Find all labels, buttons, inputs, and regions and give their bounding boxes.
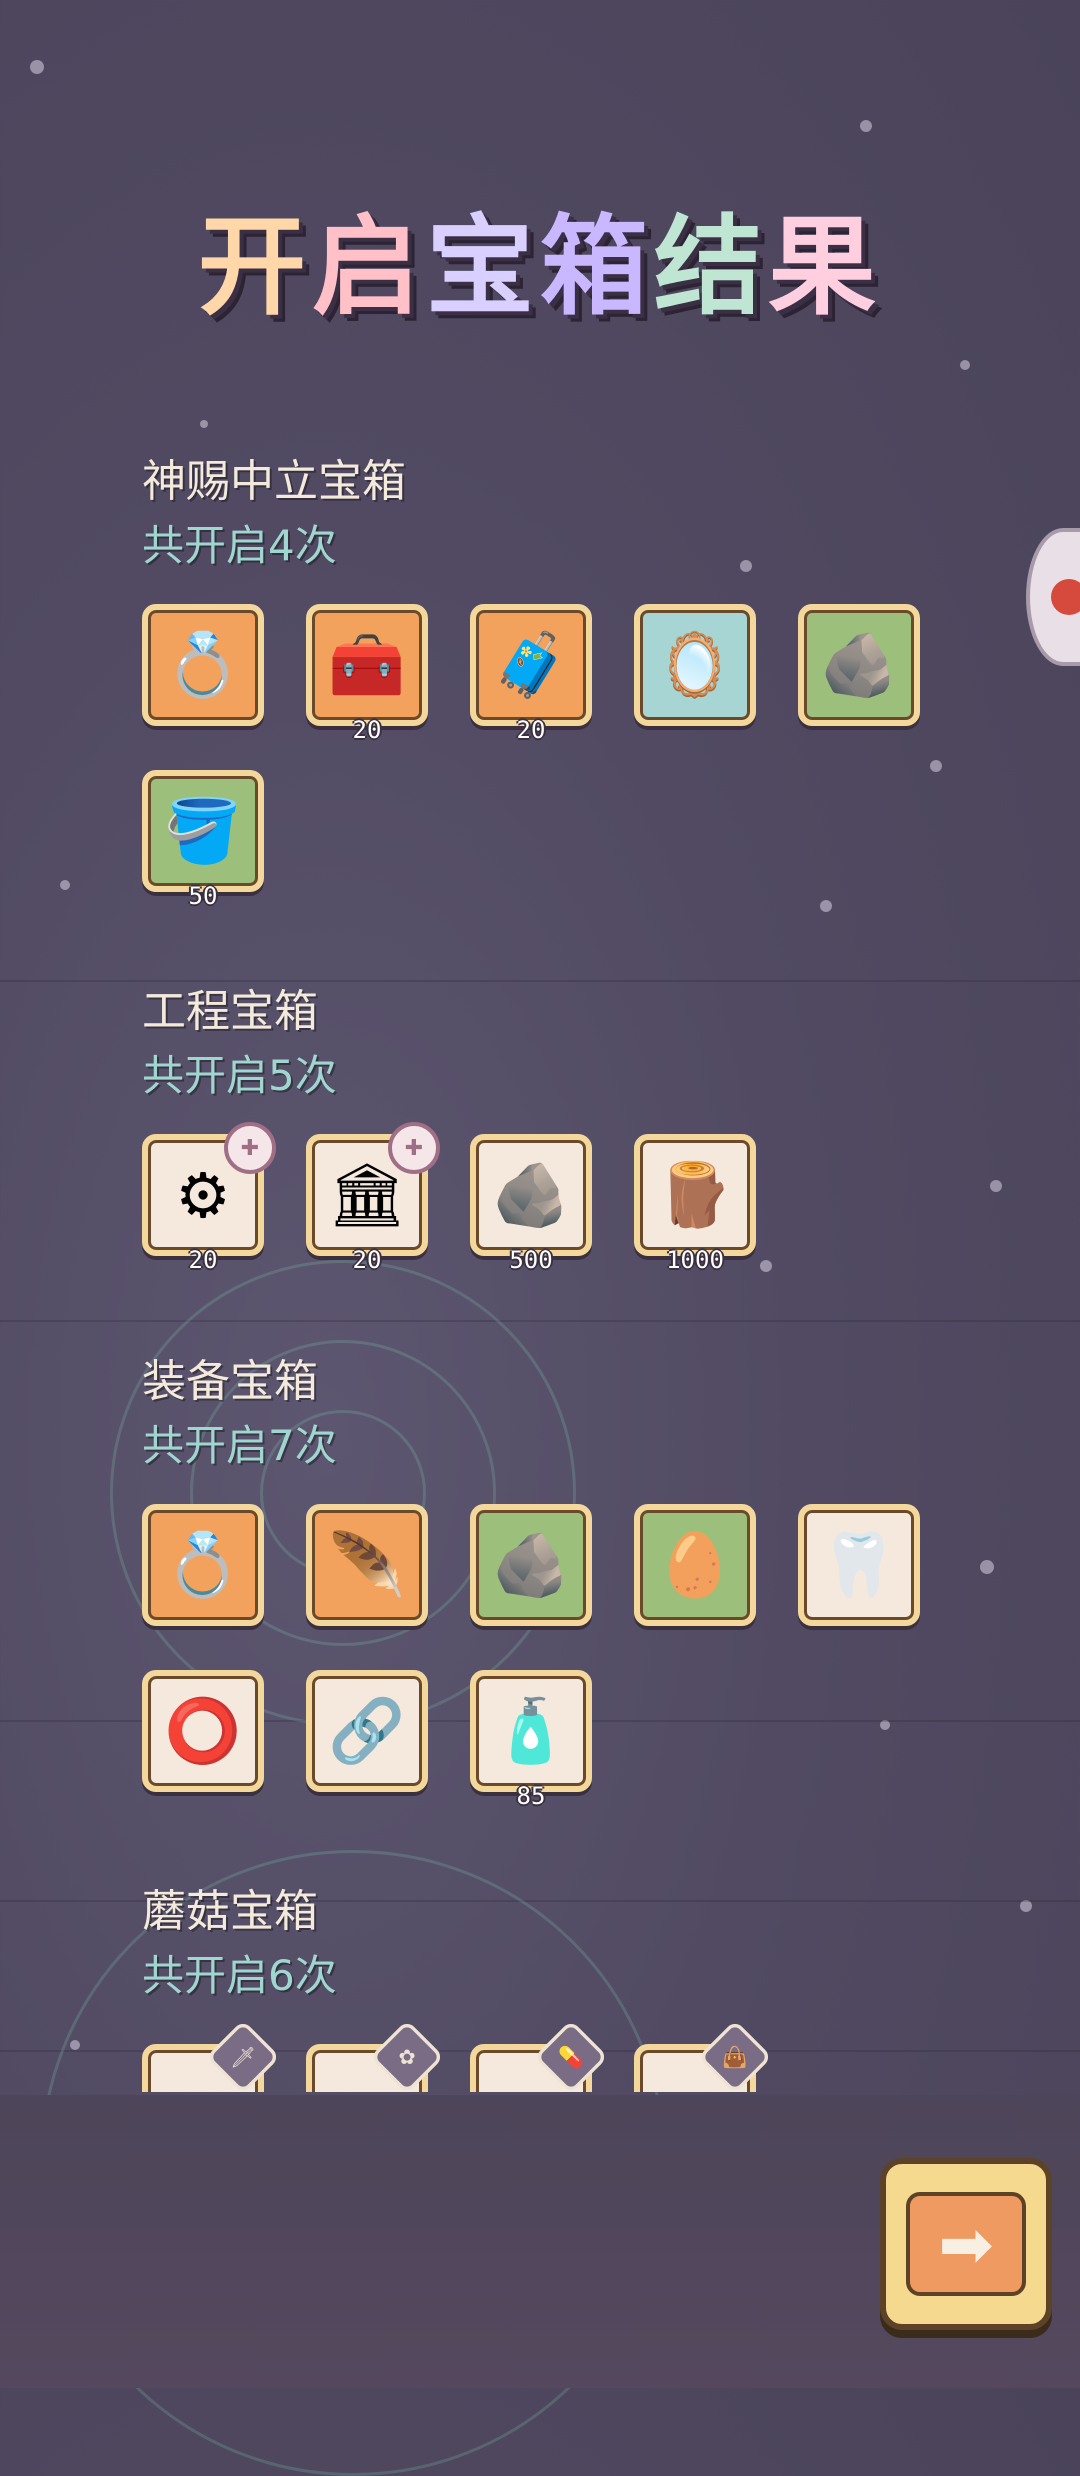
chest-open-count: 共开启5次 xyxy=(142,1051,337,1100)
reward-item[interactable]: 🪨 500 xyxy=(470,1134,592,1274)
title-char: 果 xyxy=(768,205,883,330)
reward-item[interactable]: 🪵 1000 xyxy=(634,1134,756,1274)
ring-icon: 💍 xyxy=(142,1504,264,1626)
reward-item[interactable]: 🪶 xyxy=(306,1504,428,1626)
reward-grid: ⚙ ✚ 20 🏛 ✚ 20 🪨 500 🪵 1000 xyxy=(142,1122,1002,1274)
reward-item[interactable]: 🗡 xyxy=(142,2019,281,2092)
tube-icon: 🧴 xyxy=(470,1670,592,1792)
chest-open-count: 共开启6次 xyxy=(142,1951,337,2000)
title-char: 结 xyxy=(654,205,769,330)
reward-item[interactable]: 💍 xyxy=(142,1504,264,1626)
next-button[interactable]: ➡ xyxy=(880,2158,1052,2330)
chest-icon: 🧰 xyxy=(306,604,428,726)
reward-qty: 20 xyxy=(352,1246,382,1274)
fang-charm-icon: 🦷 xyxy=(798,1504,920,1626)
reward-grid: 💍 🪶 🪨 🥚 🦷 ⭕ 🔗 🧴 85 xyxy=(142,1504,1002,1810)
badge-glyph: 🗡 xyxy=(230,2045,256,2069)
chest-open-count: 共开启7次 xyxy=(142,1421,337,1470)
reward-item[interactable]: ⭕ xyxy=(142,1670,264,1792)
chest-name: 蘑菇宝箱 xyxy=(142,1886,318,1937)
arrow-right-icon: ➡ xyxy=(906,2192,1026,2296)
chest-section-divine: 神赐中立宝箱 共开启4次 💍 🧰 20 🧳 20 🪞 🪨 🪣 50 xyxy=(142,454,1002,910)
reward-item[interactable]: 🪨 xyxy=(798,604,920,726)
chest-section-engineering: 工程宝箱 共开启5次 ⚙ ✚ 20 🏛 ✚ 20 🪨 500 🪵 1000 xyxy=(142,984,1002,1274)
reward-item[interactable]: ✿ xyxy=(306,2019,445,2092)
reward-item[interactable]: 💍 xyxy=(142,604,264,726)
reward-qty: 20 xyxy=(516,716,546,744)
feather-gem-icon: 🪶 xyxy=(306,1504,428,1626)
reward-item[interactable]: 🪣 50 xyxy=(142,770,264,910)
stone-ring-icon: ⭕ xyxy=(142,1670,264,1792)
reward-grid: 💍 🧰 20 🧳 20 🪞 🪨 🪣 50 xyxy=(142,604,1002,910)
chest-name: 神赐中立宝箱 xyxy=(142,456,406,507)
pearl-pendant-icon: 🥚 xyxy=(634,1504,756,1626)
mirror-icon: 🪞 xyxy=(634,604,756,726)
red-dot-icon xyxy=(1051,579,1080,615)
reward-item[interactable]: 🪞 xyxy=(634,604,756,726)
puzzle-badge-icon: ✚ xyxy=(388,1122,440,1174)
chest-name: 装备宝箱 xyxy=(142,1356,318,1407)
reward-item[interactable]: 💊 xyxy=(470,2019,609,2092)
reward-qty: 50 xyxy=(188,882,218,910)
reward-item[interactable]: ⚙ ✚ 20 xyxy=(142,1122,276,1274)
title-char: 箱 xyxy=(540,205,655,330)
reward-item[interactable]: 🥚 xyxy=(634,1504,756,1626)
bracelet-icon: 🔗 xyxy=(306,1670,428,1792)
reward-item[interactable]: 🔗 xyxy=(306,1670,428,1792)
title-char: 宝 xyxy=(425,205,540,330)
reward-qty: 500 xyxy=(509,1246,553,1274)
reward-qty: 85 xyxy=(516,1782,546,1810)
reward-item[interactable]: 🧰 20 xyxy=(306,604,428,744)
reward-item[interactable]: 🧴 85 xyxy=(470,1670,592,1810)
bucket-icon: 🪣 xyxy=(142,770,264,892)
reward-item[interactable]: 🦷 xyxy=(798,1504,920,1626)
reward-grid: 🗡 ✿ 💊 👜 xyxy=(142,2019,1002,2092)
reward-item[interactable]: 🪨 xyxy=(470,1504,592,1626)
reward-qty: 1000 xyxy=(666,1246,724,1274)
pendant-icon: 🪨 xyxy=(798,604,920,726)
side-menu-tab[interactable] xyxy=(1026,528,1080,666)
puzzle-badge-icon: ✚ xyxy=(224,1122,276,1174)
chest-name: 工程宝箱 xyxy=(142,986,318,1037)
reward-qty: 20 xyxy=(188,1246,218,1274)
page-title: 开启宝箱结果 xyxy=(0,180,1080,336)
title-char: 启 xyxy=(311,205,426,330)
ring-icon: 💍 xyxy=(142,604,264,726)
reward-qty: 20 xyxy=(352,716,382,744)
wood-icon: 🪵 xyxy=(634,1134,756,1256)
chest-open-count: 共开启4次 xyxy=(142,521,337,570)
chest-section-mushroom: 蘑菇宝箱 共开启6次 🗡 ✿ 💊 👜 xyxy=(142,1884,1002,2092)
title-char: 开 xyxy=(197,205,312,330)
reward-item[interactable]: 🧳 20 xyxy=(470,604,592,744)
badge-glyph: 👜 xyxy=(722,2045,748,2069)
reward-item[interactable]: 🏛 ✚ 20 xyxy=(306,1122,440,1274)
badge-glyph: 💊 xyxy=(558,2045,584,2069)
reward-item[interactable]: 👜 xyxy=(634,2019,773,2092)
pendant-icon: 🪨 xyxy=(470,1504,592,1626)
stone-icon: 🪨 xyxy=(470,1134,592,1256)
chest-icon: 🧳 xyxy=(470,604,592,726)
chest-section-equipment: 装备宝箱 共开启7次 💍 🪶 🪨 🥚 🦷 ⭕ 🔗 🧴 85 xyxy=(142,1354,1002,1810)
badge-glyph: ✿ xyxy=(398,2045,416,2069)
